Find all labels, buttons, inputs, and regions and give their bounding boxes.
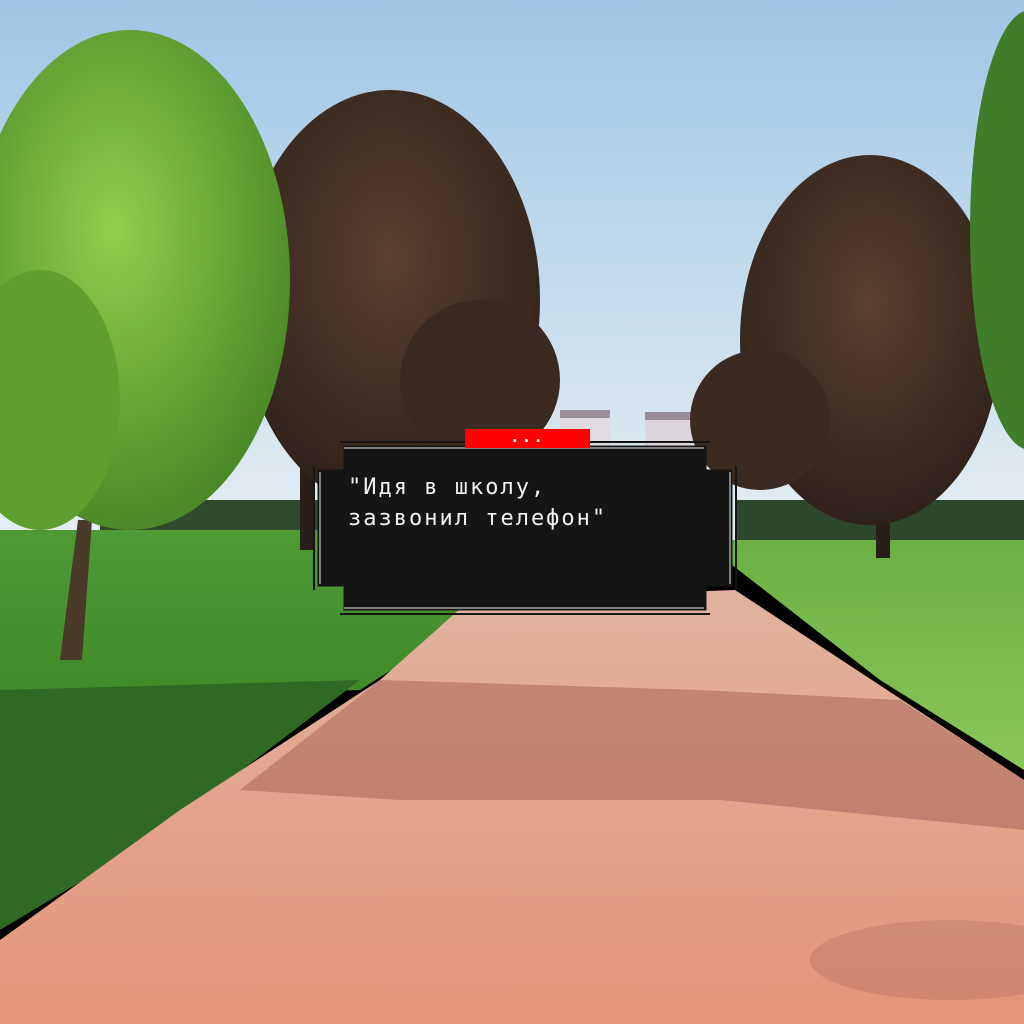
dialog-box[interactable]: ... "Идя в школу, зазвонил телефон" <box>312 429 738 616</box>
dialog-line-2: зазвонил телефон" <box>348 506 608 531</box>
dialog-text: "Идя в школу, зазвонил телефон" <box>348 472 718 534</box>
speaker-name-tag: ... <box>465 429 590 448</box>
dialog-line-1: "Идя в школу, <box>348 475 547 500</box>
